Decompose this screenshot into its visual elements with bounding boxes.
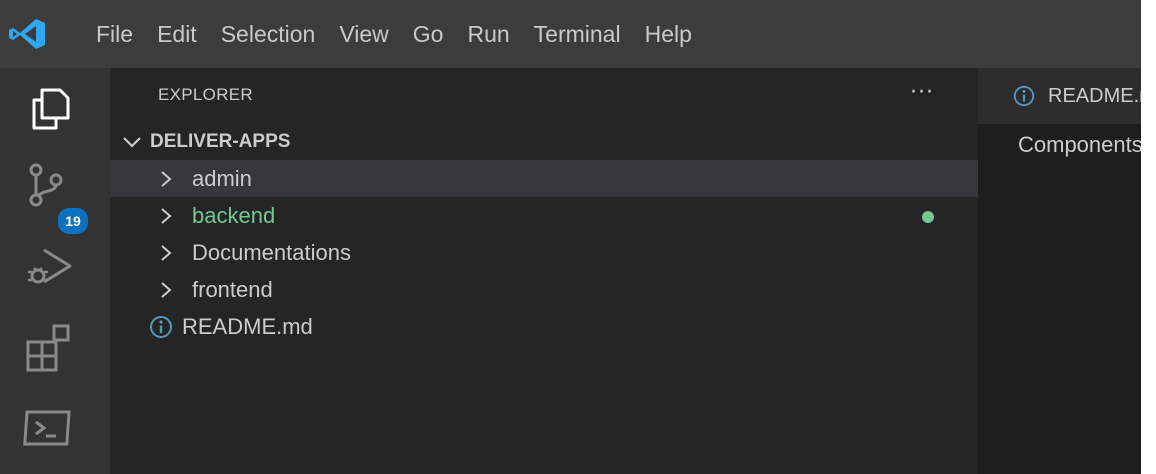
menu-edit[interactable]: Edit — [145, 0, 209, 68]
tree-item-label: README.md — [182, 313, 313, 339]
tree-item-readme[interactable]: README.md — [110, 308, 978, 345]
root-folder-label: DELIVER-APPS — [150, 131, 291, 152]
menu-file[interactable]: File — [84, 0, 145, 68]
explorer-icon[interactable] — [20, 78, 82, 140]
tree-item-backend[interactable]: backend — [110, 197, 978, 234]
tree-item-label: backend — [192, 202, 276, 228]
editor-area: README.md Components — [978, 68, 1143, 474]
chevron-right-icon — [161, 207, 172, 224]
extensions-icon[interactable] — [20, 316, 82, 378]
menu-run[interactable]: Run — [455, 0, 521, 68]
title-bar: File Edit Selection View Go Run Terminal… — [0, 0, 1141, 68]
tree-item-label: frontend — [192, 276, 273, 302]
tree-item-admin[interactable]: admin — [110, 160, 978, 197]
root-folder[interactable]: DELIVER-APPS — [110, 124, 978, 160]
info-icon — [1013, 85, 1035, 107]
more-actions-button[interactable]: ··· — [902, 80, 942, 110]
terminal-icon[interactable] — [20, 398, 82, 460]
menu-go[interactable]: Go — [401, 0, 456, 68]
menu-bar: File Edit Selection View Go Run Terminal… — [84, 0, 704, 68]
menu-terminal[interactable]: Terminal — [522, 0, 633, 68]
info-icon — [150, 315, 172, 338]
chevron-down-icon — [123, 137, 141, 148]
chevron-right-icon — [161, 281, 172, 298]
explorer-header: EXPLORER ··· — [110, 68, 978, 124]
menu-help[interactable]: Help — [633, 0, 704, 68]
tab-label: README.md — [1048, 84, 1141, 107]
menu-view[interactable]: View — [327, 0, 400, 68]
window-edge — [1141, 0, 1156, 474]
run-debug-icon[interactable] — [20, 236, 82, 298]
chevron-right-icon — [161, 244, 172, 261]
menu-selection[interactable]: Selection — [209, 0, 328, 68]
explorer-title: EXPLORER — [158, 85, 253, 104]
source-control-icon[interactable]: 19 — [20, 156, 90, 236]
tree-item-documentations[interactable]: Documentations — [110, 234, 978, 271]
source-control-badge: 19 — [56, 206, 90, 236]
vscode-logo-icon[interactable] — [8, 18, 46, 50]
chevron-right-icon — [161, 170, 172, 187]
tree-item-label: Documentations — [192, 239, 351, 265]
tab-readme[interactable]: README.md — [978, 68, 1141, 124]
tree-item-label: admin — [192, 165, 252, 191]
modified-dot-icon — [922, 211, 934, 223]
explorer-sidebar: EXPLORER ··· DELIVER-APPS admin backend … — [110, 68, 978, 474]
editor-content-text[interactable]: Components — [1018, 132, 1143, 158]
tree-item-frontend[interactable]: frontend — [110, 271, 978, 308]
activity-bar: 19 — [0, 68, 110, 474]
